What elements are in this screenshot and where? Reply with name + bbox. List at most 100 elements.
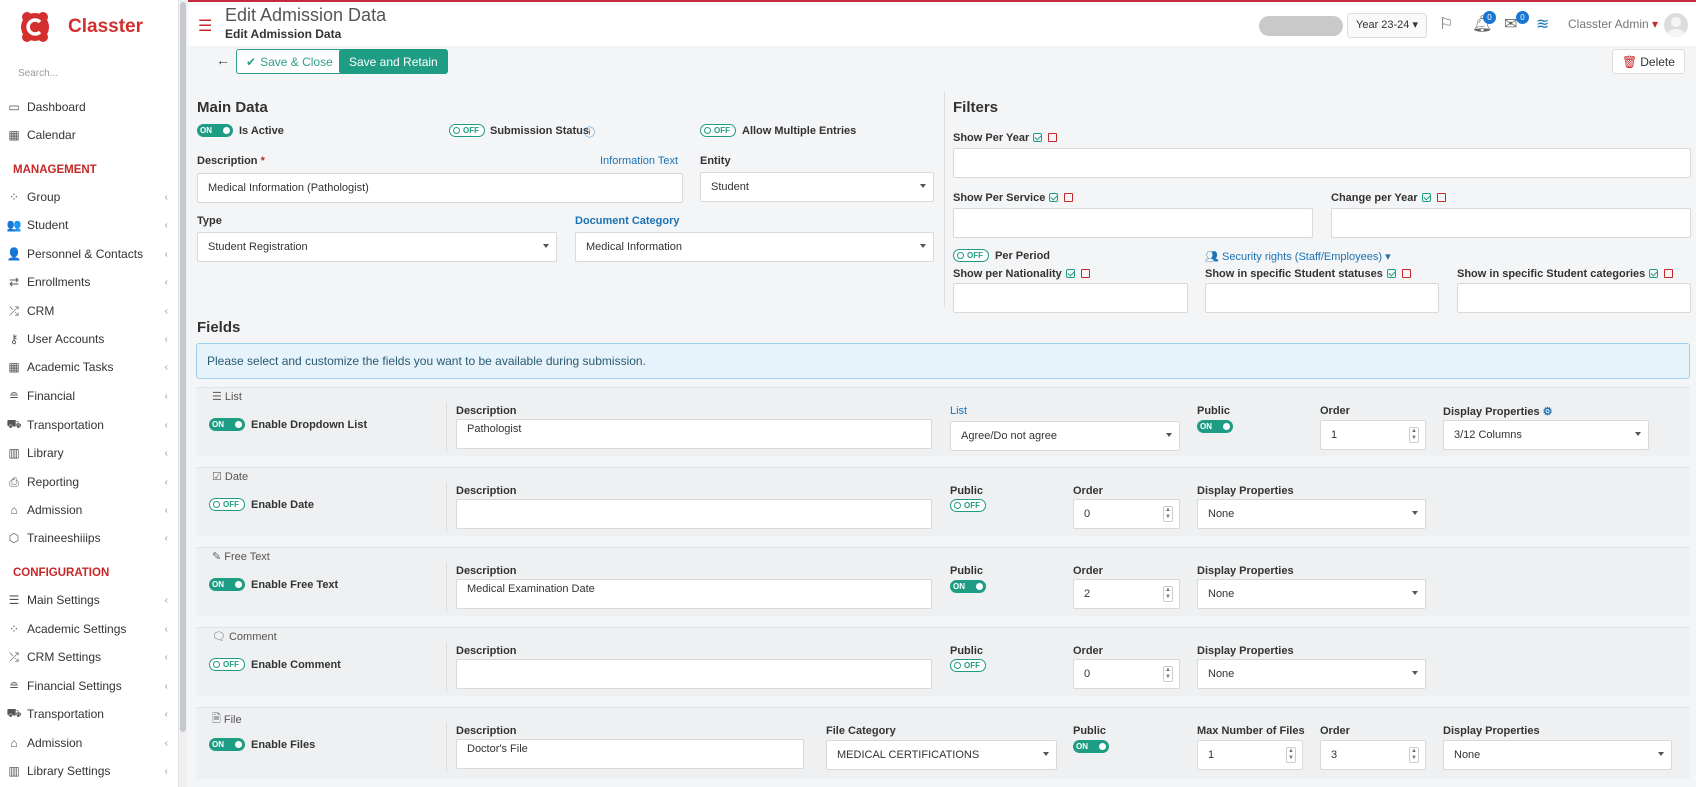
free-text-public-toggle[interactable]: ON bbox=[950, 580, 986, 593]
enable-dropdown-toggle[interactable]: ON bbox=[209, 418, 245, 431]
comment-description-input[interactable] bbox=[456, 659, 932, 689]
per-period-toggle[interactable]: OFF bbox=[953, 249, 989, 262]
spinner-icon[interactable]: ▲ ▼ bbox=[1409, 427, 1419, 443]
spinner-icon[interactable]: ▲ ▼ bbox=[1163, 586, 1173, 602]
check-all-icon[interactable] bbox=[1421, 193, 1431, 202]
delete-button[interactable]: 🗑︎ Delete bbox=[1612, 49, 1685, 74]
file-description-input[interactable]: Doctor's File bbox=[456, 739, 804, 769]
show-per-service-input[interactable] bbox=[953, 208, 1313, 238]
file-display-select[interactable]: None bbox=[1443, 740, 1672, 770]
sidebar-item-academic-tasks[interactable]: ▦ Academic Tasks ‹ bbox=[6, 357, 176, 377]
file-order-input[interactable]: 3 ▲ ▼ bbox=[1320, 740, 1426, 770]
free-text-order-input[interactable]: 2 ▲ ▼ bbox=[1073, 579, 1180, 609]
sidebar-item-crm[interactable]: ⤮ CRM ‹ bbox=[6, 301, 176, 321]
submission-status-toggle[interactable]: OFF bbox=[449, 124, 485, 137]
spinner-icon[interactable]: ▲ ▼ bbox=[1286, 747, 1296, 763]
date-public-toggle[interactable]: OFF bbox=[950, 499, 986, 512]
sidebar-item-library[interactable]: ▥ Library ‹ bbox=[6, 443, 176, 463]
comment-order-input[interactable]: 0 ▲ ▼ bbox=[1073, 659, 1180, 689]
sidebar-item-personnel[interactable]: 👤 Personnel & Contacts ‹ bbox=[6, 244, 176, 264]
comment-display-select[interactable]: None bbox=[1197, 659, 1426, 689]
file-public-toggle[interactable]: ON bbox=[1073, 740, 1109, 753]
list-select[interactable]: Agree/Do not agree bbox=[950, 421, 1180, 451]
list-public-toggle[interactable]: ON bbox=[1197, 420, 1233, 433]
enable-free-text-toggle[interactable]: ON bbox=[209, 578, 245, 591]
file-category-select[interactable]: MEDICAL CERTIFICATIONS bbox=[826, 740, 1057, 770]
security-rights-link[interactable]: 👥︎ Security rights (Staff/Employees) ▾ bbox=[1205, 250, 1391, 263]
student-categories-input[interactable] bbox=[1457, 283, 1691, 313]
sidebar-item-dashboard[interactable]: ▭ Dashboard bbox=[6, 97, 176, 117]
show-per-year-input[interactable] bbox=[953, 148, 1691, 178]
check-all-icon[interactable] bbox=[1049, 193, 1059, 202]
free-text-description-input[interactable]: Medical Examination Date bbox=[456, 579, 932, 609]
spinner-icon[interactable]: ▲ ▼ bbox=[1163, 666, 1173, 682]
clear-icon[interactable] bbox=[1436, 193, 1446, 202]
check-all-icon[interactable] bbox=[1649, 269, 1659, 278]
sidebar-item-group[interactable]: ⁘ Group ‹ bbox=[6, 187, 176, 207]
type-select[interactable]: Student Registration bbox=[197, 232, 557, 262]
sidebar-item-admission-settings[interactable]: ⌂ Admission ‹ bbox=[6, 733, 176, 753]
enable-comment-toggle[interactable]: OFF bbox=[209, 658, 245, 671]
sidebar-scrollbar-thumb[interactable] bbox=[180, 2, 186, 732]
check-all-icon[interactable] bbox=[1065, 269, 1075, 278]
spinner-icon[interactable]: ▲ ▼ bbox=[1409, 747, 1419, 763]
logo[interactable]: Classter bbox=[18, 8, 143, 46]
sidebar-item-library-settings[interactable]: ▥ Library Settings ‹ bbox=[6, 761, 176, 781]
entity-select[interactable]: Student bbox=[700, 172, 934, 202]
document-category-select[interactable]: Medical Information bbox=[575, 232, 934, 262]
sidebar-item-main-settings[interactable]: ☰ Main Settings ‹ bbox=[6, 590, 176, 610]
clear-icon[interactable] bbox=[1401, 269, 1411, 278]
sidebar-item-financial[interactable]: ≘ Financial ‹ bbox=[6, 386, 176, 406]
clear-icon[interactable] bbox=[1048, 133, 1058, 142]
student-statuses-input[interactable] bbox=[1205, 283, 1439, 313]
list-description-input[interactable]: Pathologist bbox=[456, 419, 932, 449]
flag-icon[interactable]: ⚐ bbox=[1439, 14, 1453, 34]
date-description-input[interactable] bbox=[456, 499, 932, 529]
sidebar-item-crm-settings[interactable]: ⤮ CRM Settings ‹ bbox=[6, 647, 176, 667]
users-cog-icon[interactable]: ⚙ bbox=[1543, 406, 1553, 418]
info-circle-icon[interactable]: ⓘ bbox=[584, 124, 595, 140]
date-order-input[interactable]: 0 ▲ ▼ bbox=[1073, 499, 1180, 529]
sidebar-item-admission[interactable]: ⌂ Admission ‹ bbox=[6, 500, 176, 520]
sidebar-item-transportation[interactable]: ⛟ Transportation ‹ bbox=[6, 415, 176, 435]
change-per-year-input[interactable] bbox=[1331, 208, 1691, 238]
enable-date-toggle[interactable]: OFF bbox=[209, 498, 245, 511]
spinner-icon[interactable]: ▲ ▼ bbox=[1163, 506, 1173, 522]
date-display-select[interactable]: None bbox=[1197, 499, 1426, 529]
sidebar-item-user-accounts[interactable]: ⚷ User Accounts ‹ bbox=[6, 329, 176, 349]
back-arrow-icon[interactable]: ← bbox=[216, 52, 230, 68]
hamburger-menu-icon[interactable]: ☰ bbox=[198, 16, 212, 36]
list-display-select[interactable]: 3/12 Columns bbox=[1443, 420, 1649, 450]
information-text-link[interactable]: Information Text bbox=[600, 155, 678, 167]
sidebar-search-input[interactable]: Search... bbox=[18, 68, 58, 79]
user-menu[interactable]: Classter Admin ▾ bbox=[1568, 17, 1658, 31]
max-files-input[interactable]: 1 ▲ ▼ bbox=[1197, 740, 1303, 770]
document-category-label[interactable]: Document Category bbox=[575, 215, 680, 227]
save-retain-button[interactable]: Save and Retain bbox=[339, 49, 448, 74]
clear-icon[interactable] bbox=[1064, 193, 1074, 202]
description-input[interactable]: Medical Information (Pathologist) bbox=[197, 173, 683, 203]
list-order-input[interactable]: 1 ▲ ▼ bbox=[1320, 420, 1426, 450]
sidebar-item-financial-settings[interactable]: ≘ Financial Settings ‹ bbox=[6, 676, 176, 696]
clear-icon[interactable] bbox=[1080, 269, 1090, 278]
sidebar-item-calendar[interactable]: ▦ Calendar bbox=[6, 125, 176, 145]
enable-files-toggle[interactable]: ON bbox=[209, 738, 245, 751]
comment-public-toggle[interactable]: OFF bbox=[950, 659, 986, 672]
sidebar-item-academic-settings[interactable]: ⁘ Academic Settings ‹ bbox=[6, 619, 176, 639]
avatar[interactable] bbox=[1664, 13, 1688, 37]
sidebar-item-student[interactable]: 👥 Student ‹ bbox=[6, 215, 176, 235]
check-all-icon[interactable] bbox=[1033, 133, 1043, 142]
list-link-label[interactable]: List bbox=[950, 405, 967, 417]
layers-icon[interactable]: ≋ bbox=[1536, 14, 1549, 34]
sidebar-item-transportation-settings[interactable]: ⛟ Transportation ‹ bbox=[6, 704, 176, 724]
is-active-toggle[interactable]: ON bbox=[197, 124, 233, 137]
allow-multiple-toggle[interactable]: OFF bbox=[700, 124, 736, 137]
check-all-icon[interactable] bbox=[1386, 269, 1396, 278]
clear-icon[interactable] bbox=[1664, 269, 1674, 278]
free-text-display-select[interactable]: None bbox=[1197, 579, 1426, 609]
sidebar-item-traineeships[interactable]: ⬡ Traineeshiiips ‹ bbox=[6, 528, 176, 548]
sidebar-item-reporting[interactable]: ⎙ Reporting ‹ bbox=[6, 472, 176, 492]
year-selector[interactable]: Year 23-24 ▾ bbox=[1347, 13, 1428, 38]
save-close-button[interactable]: ✔ Save & Close bbox=[236, 49, 343, 74]
show-per-nationality-input[interactable] bbox=[953, 283, 1188, 313]
